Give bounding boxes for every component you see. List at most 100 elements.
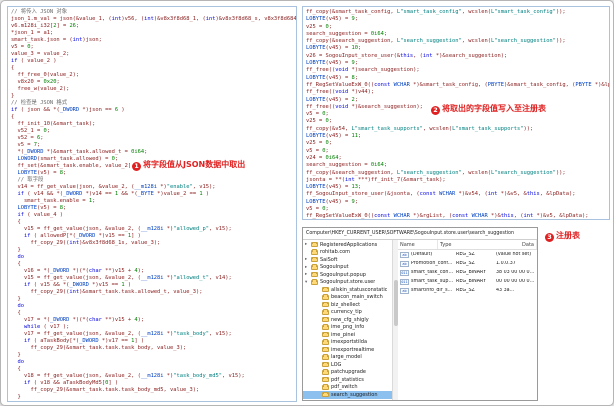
- registry-value-row[interactable]: (Default) REG_SZ (value not set): [398, 250, 537, 259]
- registry-tree-item[interactable]: biz_shellect: [303, 301, 392, 309]
- code-line: v52_1 = 0;: [11, 128, 50, 134]
- registry-column-headers: Name Type Data: [398, 240, 537, 250]
- code-line: ff_copy_29((int)&v8x3f8d68_1s, value_3);: [11, 240, 161, 246]
- registry-key-label: pdf_switch: [331, 384, 358, 391]
- folder-icon: [322, 294, 329, 300]
- code-line: v8x20 = 0x20;: [11, 79, 60, 85]
- code-line: v15 = ff_get_value(json, &value_2, (__m1…: [11, 275, 232, 281]
- annotation-step2: 2 将取出的字段值写入至注册表: [429, 103, 548, 115]
- code-line: v5 = 0;: [306, 206, 329, 213]
- annotation-text: 将字段值从JSON数据中取出: [143, 160, 246, 169]
- code-line: {: [11, 65, 15, 71]
- code-line: // 取字段: [11, 177, 44, 183]
- registry-key-label: ime_png_info: [331, 324, 365, 331]
- code-line: // 将传入 JSON 对象: [11, 9, 68, 15]
- registry-tree-item[interactable]: imexportrealtime: [303, 346, 392, 354]
- scrollbar-thumb[interactable]: [393, 280, 398, 326]
- code-line: ff_copy(&v54, L"smart_task_supports", wc…: [306, 125, 534, 132]
- registry-tree-item[interactable]: SogouInput.store.user: [303, 279, 392, 287]
- code-line: LOBYTE(v45) = 11;: [306, 133, 362, 140]
- code-line: {: [11, 310, 21, 316]
- registry-tree-item[interactable]: new_cfg_shigly: [303, 316, 392, 324]
- folder-icon: [311, 264, 318, 270]
- code-line: LOBYTE(v45) = 9;: [306, 60, 358, 67]
- code-line: ff_RegSetValueExW_0((const WCHAR *)&rgLi…: [306, 213, 589, 220]
- registry-address-bar[interactable]: Computer\HKEY_CURRENT_USER\SOFTWARE\Sogo…: [303, 228, 537, 240]
- code-line: json_1.m_val = json(&value_1, (int)v56, …: [11, 16, 297, 22]
- value-type-icon: [400, 251, 409, 258]
- code-line: v25 = 0;: [306, 118, 332, 125]
- column-header[interactable]: Data: [520, 240, 537, 249]
- registry-key-label: currency_tip: [331, 309, 362, 316]
- registry-key-label: LOG: [331, 361, 342, 368]
- registry-key-label: large_model: [331, 354, 362, 361]
- column-header[interactable]: Name: [398, 240, 438, 249]
- value-name: Promotion_conf...: [411, 261, 453, 266]
- annotation-step3: 3 注册表: [543, 230, 582, 242]
- registry-tree-item[interactable]: pdf_switch: [303, 384, 392, 392]
- registry-value-row[interactable]: smart_task_config REG_BINARY 38 03 00 00…: [398, 268, 537, 277]
- registry-value-row[interactable]: smartinfo_dir_s... REG_SZ 43 3a...: [398, 286, 537, 295]
- folder-icon: [322, 369, 329, 375]
- value-data: 43 3a...: [496, 288, 515, 293]
- folder-icon: [322, 376, 329, 383]
- folder-icon: [322, 384, 329, 390]
- value-type-icon: [400, 260, 409, 267]
- registry-tree-item[interactable]: SogouInput: [303, 264, 392, 272]
- registry-tree-item[interactable]: RegisteredApplications: [303, 241, 392, 249]
- registry-rows: (Default) REG_SZ (value not set) Promoti…: [398, 250, 537, 295]
- registry-tree-item[interactable]: imexportstilda: [303, 339, 392, 347]
- column-header[interactable]: Type: [438, 240, 520, 249]
- tree-scrollbar[interactable]: [393, 240, 398, 400]
- code-line: search_suggestion = 0i64;: [306, 162, 388, 169]
- registry-tree-item[interactable]: beacon_main_switch: [303, 294, 392, 302]
- registry-value-row[interactable]: smart_task_supports REG_BINARY 00 00 00 …: [398, 277, 537, 286]
- code-line: ff_free((void *)v44);: [306, 89, 375, 96]
- registry-tree-item[interactable]: SogouInput.popup: [303, 271, 392, 279]
- code-line: do: [17, 359, 25, 365]
- registry-tree-item[interactable]: allskin_statusconstatic: [303, 286, 392, 294]
- registry-tree-item[interactable]: ime_png_info: [303, 324, 392, 332]
- code-line: }: [11, 296, 21, 302]
- code-line: LOBYTE(v45) = 9;: [306, 198, 358, 205]
- registry-tree-item[interactable]: LOG: [303, 361, 392, 369]
- value-name: smart_task_config: [411, 270, 455, 275]
- registry-key-label: imexportstilda: [331, 339, 368, 346]
- registry-key-label: biz_shellect: [331, 301, 361, 308]
- folder-icon: [322, 316, 329, 323]
- registry-value-row[interactable]: Promotion_conf... REG_SZ 1.0.0.37: [398, 259, 537, 268]
- code-line: ff_free_0(value_2);: [11, 72, 80, 78]
- folder-icon: [311, 256, 318, 263]
- value-data: 00 00 00 00 00 00 00 00 00 00 00 00 00 0…: [496, 279, 537, 284]
- registry-key-label: allskin_statusconstatic: [331, 286, 388, 293]
- value-name: (Default): [411, 252, 433, 257]
- folder-icon: [311, 241, 318, 248]
- registry-tree-item[interactable]: pdf_statistics: [303, 376, 392, 384]
- code-line: LOBYTE(v45) = 10;: [306, 45, 362, 52]
- folder-icon: [322, 301, 329, 308]
- code-line: v17 = ff_get_value(json, &value_2, (__m1…: [11, 331, 232, 337]
- code-line: LOBYTE(v5) = 8;: [17, 170, 67, 176]
- registry-tree-item[interactable]: currency_tip: [303, 309, 392, 317]
- code-line: }: [11, 93, 15, 99]
- registry-tree-item[interactable]: large_model: [303, 354, 392, 362]
- code-line: ff_init_10(&smart_task);: [11, 121, 96, 127]
- registry-tree-item[interactable]: search_suggestion: [303, 391, 392, 399]
- registry-tree-item[interactable]: SaiSoft: [303, 256, 392, 264]
- registry-tree-item[interactable]: ime_pinei: [303, 331, 392, 339]
- registry-key-label: rohitab.com: [320, 249, 351, 256]
- code-line: v16 = *(_DWORD *)(*(char **)v15 + 4);: [11, 268, 145, 274]
- folder-icon: [322, 354, 329, 360]
- registry-key-label: SogouInput: [320, 264, 349, 271]
- registry-key-label: RegisteredApplications: [320, 241, 378, 248]
- value-name: smartinfo_dir_s...: [411, 288, 453, 293]
- registry-tree: RegisteredApplications rohitab.com SaiSo…: [303, 240, 393, 400]
- code-line: smart_task.json = (int)json;: [11, 37, 102, 43]
- registry-tree-item[interactable]: patchupgrade: [303, 369, 392, 377]
- registry-tree-item[interactable]: rohitab.com: [303, 249, 392, 257]
- folder-icon: [322, 309, 329, 315]
- annotation-text: 注册表: [556, 231, 580, 240]
- code-line: v24 = 0i64;: [306, 154, 342, 161]
- code-line: if ( v14 && *(_DWORD *)v14 == 1 && *(_BY…: [17, 191, 210, 197]
- code-line: v5 = 0;: [11, 44, 34, 50]
